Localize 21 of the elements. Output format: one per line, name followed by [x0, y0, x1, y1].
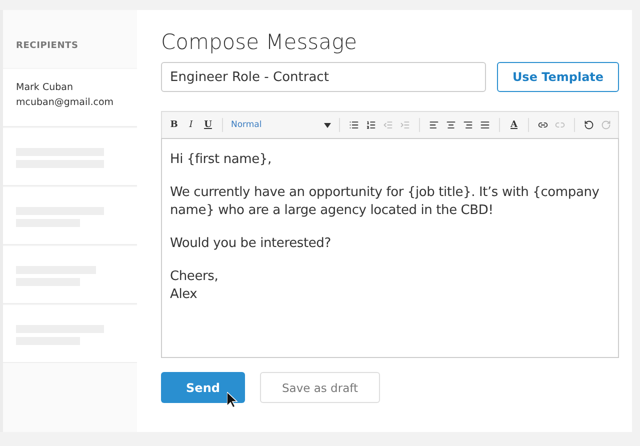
message-paragraph: Cheers, Alex	[170, 268, 220, 304]
italic-button[interactable]: I	[185, 117, 197, 133]
recipients-heading: RECIPIENTS	[15, 40, 80, 53]
message-paragraph: Hi {first name},	[170, 151, 272, 169]
message-paragraph: We currently have an opportunity for {job title}. It’s with {company name} who are a large agency located in the CBD!	[170, 184, 600, 220]
use-template-button[interactable]: Use Template	[497, 62, 619, 92]
recipient-email: mcuban@gmail.com	[16, 97, 115, 108]
pointer-cursor-icon	[227, 392, 238, 408]
color-button[interactable]: A	[508, 117, 520, 133]
underline-button[interactable]: U	[202, 117, 214, 133]
recipient-name: Mark Cuban	[16, 82, 74, 93]
caret-icon	[324, 122, 331, 128]
message-paragraph: Would you be interested?	[170, 235, 332, 253]
subject-field[interactable]: Engineer Role - Contract	[161, 62, 486, 92]
message-editor[interactable]: Hi {first name}, We currently have an opportunity for {job title}. It’s with {company name} who are a large agency located in the CBD! Would you be interested? Cheers, Alex	[161, 138, 619, 358]
recipient-card[interactable]: Mark Cuban mcuban@gmail.com	[3, 68, 137, 127]
save-draft-button[interactable]: Save as draft	[260, 372, 380, 403]
bold-button[interactable]: B	[168, 117, 180, 133]
send-button[interactable]: Send	[161, 372, 245, 403]
style-dropdown[interactable]: Normal	[231, 120, 331, 130]
page-title: Compose Message	[161, 30, 358, 54]
